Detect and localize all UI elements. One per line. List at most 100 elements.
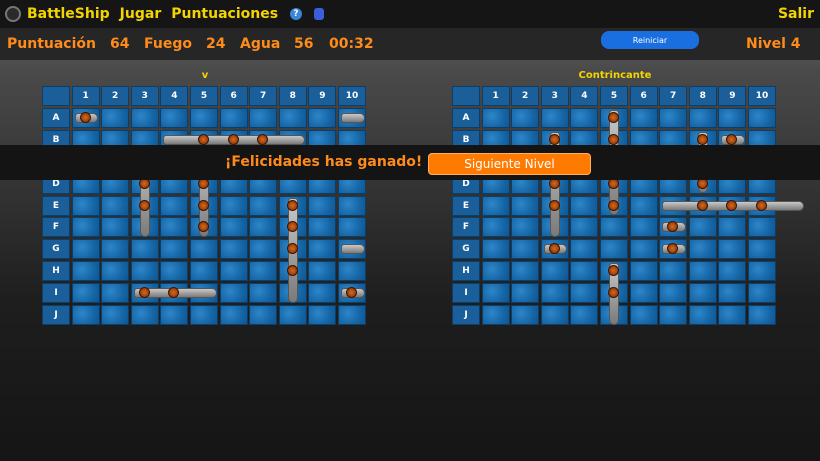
grid-cell bbox=[219, 283, 248, 304]
grid-cell[interactable] bbox=[718, 283, 747, 304]
column-header: 2 bbox=[101, 86, 130, 106]
grid-cell[interactable] bbox=[688, 217, 717, 238]
grid-cell[interactable] bbox=[511, 283, 540, 304]
grid-cell[interactable] bbox=[629, 283, 658, 304]
grid-cell[interactable] bbox=[481, 283, 510, 304]
grid-cell[interactable] bbox=[688, 239, 717, 260]
grid-cell[interactable] bbox=[718, 239, 747, 260]
grid-cell bbox=[219, 107, 248, 128]
next-level-button[interactable]: Siguiente Nivel bbox=[428, 153, 591, 175]
grid-cell[interactable] bbox=[629, 107, 658, 128]
grid-cell[interactable] bbox=[481, 195, 510, 216]
grid-cell bbox=[160, 305, 189, 325]
column-header: 9 bbox=[718, 86, 747, 106]
grid-cell[interactable] bbox=[540, 261, 569, 282]
grid-cell[interactable] bbox=[570, 195, 599, 216]
grid-cell[interactable] bbox=[511, 217, 540, 238]
grid-cell[interactable] bbox=[481, 107, 510, 128]
grid-cell[interactable] bbox=[570, 107, 599, 128]
grid-cell[interactable] bbox=[748, 305, 776, 325]
grid-cell bbox=[130, 305, 159, 325]
user-icon[interactable] bbox=[314, 8, 325, 20]
grid-cell[interactable] bbox=[540, 107, 569, 128]
grid-cell[interactable] bbox=[570, 239, 599, 260]
grid-cell[interactable] bbox=[511, 107, 540, 128]
brand-link[interactable]: BattleShip bbox=[27, 6, 110, 22]
grid-cell[interactable] bbox=[511, 195, 540, 216]
grid-cell bbox=[308, 195, 337, 216]
grid-cell bbox=[278, 305, 307, 325]
grid-cell[interactable] bbox=[540, 283, 569, 304]
help-icon[interactable]: ? bbox=[290, 8, 303, 20]
grid-cell[interactable] bbox=[718, 217, 747, 238]
grid-cell bbox=[130, 239, 159, 260]
grid-cell[interactable] bbox=[659, 261, 688, 282]
grid-cell[interactable] bbox=[688, 305, 717, 325]
grid-cell bbox=[101, 261, 130, 282]
grid-cell[interactable] bbox=[629, 195, 658, 216]
column-header: 5 bbox=[600, 86, 628, 106]
grid-cell bbox=[308, 305, 337, 325]
grid-cell[interactable] bbox=[540, 305, 569, 325]
grid-cell bbox=[71, 305, 100, 325]
grid-cell[interactable] bbox=[481, 305, 510, 325]
exit-link[interactable]: Salir bbox=[778, 6, 814, 22]
hit-marker-icon bbox=[257, 133, 269, 145]
row-header: A bbox=[452, 107, 480, 128]
grid-cell bbox=[249, 239, 278, 260]
row-header: G bbox=[452, 239, 480, 260]
grid-cell[interactable] bbox=[629, 217, 658, 238]
row-header: I bbox=[42, 283, 70, 304]
grid-cell[interactable] bbox=[570, 305, 599, 325]
grid-cell[interactable] bbox=[570, 283, 599, 304]
grid-cell[interactable] bbox=[481, 239, 510, 260]
grid-cell[interactable] bbox=[748, 261, 776, 282]
grid-cell[interactable] bbox=[748, 217, 776, 238]
water-label: Agua bbox=[240, 36, 281, 52]
column-header: 9 bbox=[308, 86, 337, 106]
grid-cell[interactable] bbox=[718, 107, 747, 128]
nav-play-link[interactable]: Jugar bbox=[120, 6, 162, 22]
grid-cell[interactable] bbox=[718, 261, 747, 282]
grid-cell[interactable] bbox=[570, 217, 599, 238]
grid-cell[interactable] bbox=[600, 239, 628, 260]
grid-cell[interactable] bbox=[629, 261, 658, 282]
row-header: E bbox=[452, 195, 480, 216]
level-indicator: Nivel 4 bbox=[746, 36, 801, 52]
restart-button[interactable]: Reiniciar bbox=[601, 31, 699, 49]
grid-cell[interactable] bbox=[748, 283, 776, 304]
hit-marker-icon bbox=[79, 111, 91, 123]
grid-cell[interactable] bbox=[718, 305, 747, 325]
grid-cell[interactable] bbox=[659, 305, 688, 325]
grid-cell[interactable] bbox=[511, 305, 540, 325]
grid-cell bbox=[160, 107, 189, 128]
grid-cell[interactable] bbox=[481, 217, 510, 238]
hit-marker-icon bbox=[138, 287, 150, 299]
grid-cell[interactable] bbox=[600, 217, 628, 238]
grid-cell[interactable] bbox=[570, 261, 599, 282]
grid-cell[interactable] bbox=[748, 239, 776, 260]
nav-scores-link[interactable]: Puntuaciones bbox=[171, 6, 278, 22]
grid-cell[interactable] bbox=[748, 107, 776, 128]
grid-cell bbox=[101, 239, 130, 260]
score-label: Puntuación bbox=[7, 36, 96, 52]
grid-cell[interactable] bbox=[688, 261, 717, 282]
grid-cell[interactable] bbox=[659, 107, 688, 128]
grid-cell[interactable] bbox=[688, 107, 717, 128]
grid-cell[interactable] bbox=[511, 239, 540, 260]
grid-cell[interactable] bbox=[481, 261, 510, 282]
grid-cell[interactable] bbox=[629, 305, 658, 325]
grid-cell[interactable] bbox=[659, 283, 688, 304]
grid-cell[interactable] bbox=[688, 283, 717, 304]
grid-cell[interactable] bbox=[629, 239, 658, 260]
grid-cell bbox=[190, 261, 218, 282]
grid-cell bbox=[249, 107, 278, 128]
grid-cell bbox=[219, 239, 248, 260]
ship bbox=[341, 244, 365, 255]
row-header: E bbox=[42, 195, 70, 216]
grid-cell[interactable] bbox=[511, 261, 540, 282]
win-banner: ¡Felicidades has ganado! Siguiente Nivel bbox=[0, 145, 820, 180]
grid-cell bbox=[130, 107, 159, 128]
column-header: 7 bbox=[249, 86, 278, 106]
row-header: J bbox=[42, 305, 70, 325]
